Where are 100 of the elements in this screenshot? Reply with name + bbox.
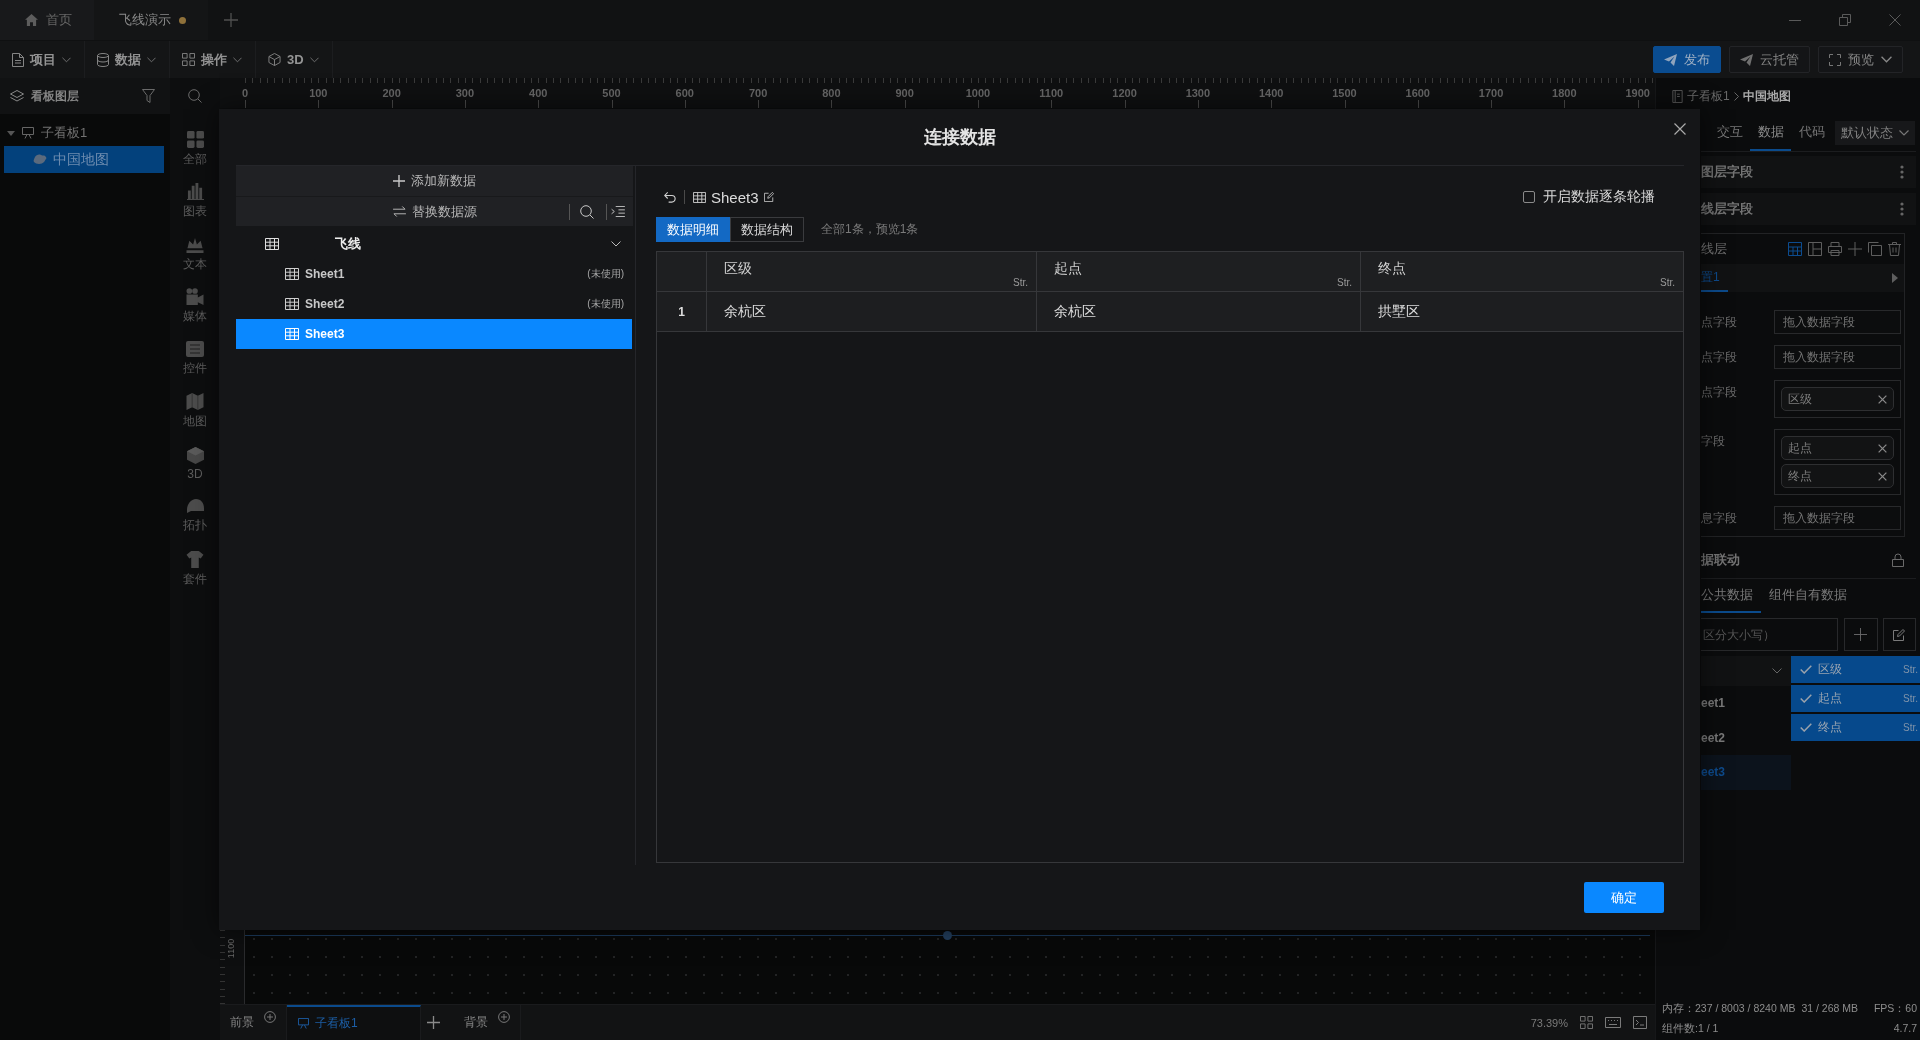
search-field[interactable]: 区分大小写） (1701, 618, 1838, 651)
layers-icon (10, 89, 24, 103)
resize-handle[interactable] (943, 931, 952, 940)
add-circle-icon[interactable] (264, 1011, 276, 1023)
field-tag[interactable]: 区级 (1781, 387, 1894, 411)
ruler-label: 200 (382, 87, 401, 100)
ruler-label: 600 (675, 87, 694, 100)
field-option[interactable]: 区级 Str. (1791, 656, 1920, 683)
minimize-icon[interactable] (1789, 19, 1801, 21)
caret-right-icon[interactable] (1892, 273, 1898, 283)
card-title: 线层 (1701, 240, 1727, 258)
field-tag[interactable]: 起点 (1781, 436, 1894, 460)
field-option[interactable]: 终点 Str. (1791, 714, 1920, 741)
layout-icon[interactable] (1808, 242, 1822, 256)
category-button[interactable]: 图表 (183, 175, 207, 228)
close-icon[interactable] (1674, 123, 1686, 135)
panel-tab[interactable]: 代码 (1791, 114, 1832, 151)
toolbar-button[interactable]: 预览 (1818, 46, 1903, 73)
layer-tab[interactable]: 背景 (453, 1005, 521, 1040)
category-button[interactable]: 3D (183, 438, 207, 491)
bar-chart-icon (186, 183, 204, 201)
category-button[interactable]: 控件 (183, 333, 207, 386)
category-button[interactable]: 套件 (183, 543, 207, 596)
board-icon (22, 127, 34, 139)
document-tab[interactable]: 首页 (0, 0, 94, 40)
kebab-icon[interactable] (1900, 202, 1904, 216)
close-icon[interactable] (1878, 471, 1887, 481)
section-title: 线层字段 (1701, 200, 1753, 218)
plus-icon[interactable] (426, 1016, 440, 1029)
search-icon[interactable] (580, 204, 594, 219)
printer-icon[interactable] (1828, 242, 1842, 256)
add-circle-icon[interactable] (497, 1011, 510, 1023)
lock-icon[interactable] (1892, 552, 1904, 567)
confirm-button[interactable]: 确定 (1584, 882, 1664, 913)
table-cell-text: 拱墅区 (1377, 301, 1421, 321)
ruler-label: 700 (748, 87, 768, 100)
toolbar-button[interactable]: 发布 (1653, 46, 1721, 73)
sheet-item[interactable]: eet1 (1701, 686, 1791, 721)
keyboard-icon[interactable] (1605, 1017, 1621, 1028)
edit-button[interactable] (1882, 618, 1916, 651)
edit-icon[interactable] (763, 192, 774, 202)
category-button[interactable]: 文本 (183, 228, 207, 281)
chevron-right-icon (1733, 91, 1739, 101)
close-icon[interactable] (1878, 394, 1887, 404)
sheet-item[interactable]: Sheet1 (未使用) (236, 259, 632, 289)
add-data-button[interactable]: 添加新数据 (236, 166, 633, 196)
checkbox[interactable] (1523, 191, 1535, 203)
category-button[interactable]: 地图 (183, 385, 207, 438)
breadcrumb-item[interactable]: 子看板1 (1687, 87, 1730, 105)
tree-item[interactable]: 中国地图 (4, 146, 164, 173)
panel-tab[interactable]: 数据 (1750, 114, 1791, 151)
grid-icon (186, 130, 204, 148)
layer-tab[interactable]: 子看板1 (287, 1005, 421, 1040)
category-button[interactable]: 媒体 (183, 280, 207, 333)
type-label: Str. (1903, 664, 1918, 675)
add-button[interactable] (1844, 618, 1878, 651)
panel-title: 看板图层 (31, 87, 79, 105)
grid-icon[interactable] (1580, 1016, 1593, 1029)
source-group[interactable]: 飞线 (236, 229, 633, 259)
list-icon[interactable] (611, 206, 625, 217)
table-icon[interactable] (1788, 242, 1802, 256)
plus-icon (393, 175, 405, 187)
restore-icon[interactable] (1839, 14, 1851, 26)
drop-field[interactable]: 拖入数据字段 (1774, 310, 1901, 334)
breadcrumb-item[interactable]: 中国地图 (1742, 87, 1791, 105)
sheet-item[interactable]: Sheet3 (236, 319, 632, 349)
drop-field[interactable]: 拖入数据字段 (1774, 345, 1901, 369)
copy-icon[interactable] (1868, 242, 1882, 256)
section-header[interactable]: 线层字段 (1701, 193, 1916, 225)
kebab-icon[interactable] (1900, 165, 1904, 179)
category-button[interactable]: 全部 (183, 123, 207, 176)
trash-icon[interactable] (1888, 242, 1901, 256)
terminal-icon[interactable] (1633, 1016, 1647, 1029)
view-tab[interactable]: 数据结构 (730, 217, 804, 242)
drop-field[interactable]: 起点 终点 (1774, 429, 1901, 495)
sheet-item[interactable]: Sheet2 (未使用) (236, 289, 632, 319)
drop-field[interactable]: 区级 (1774, 380, 1901, 418)
table-cell: 余杭区 (1037, 292, 1361, 331)
caret-down-icon[interactable] (7, 130, 15, 136)
database-icon (97, 52, 109, 67)
view-tab[interactable]: 数据明细 (656, 217, 730, 242)
checkbox-label[interactable]: 开启数据逐条轮播 (1543, 188, 1655, 206)
drop-field[interactable]: 拖入数据字段 (1774, 506, 1901, 530)
source-tab[interactable]: 组件自有数据 (1769, 579, 1855, 613)
state-dropdown[interactable]: 默认状态 (1835, 120, 1915, 145)
document-icon (1672, 89, 1683, 103)
toolbar-button[interactable]: 云托管 (1729, 46, 1810, 73)
filter-icon[interactable] (142, 89, 155, 103)
field-label: 点字段 (1701, 314, 1738, 331)
field-option[interactable]: 起点 Str. (1791, 685, 1920, 712)
sheet-item[interactable]: eet2 (1701, 720, 1791, 755)
category-button[interactable]: 拓扑 (183, 490, 207, 543)
close-icon[interactable] (1878, 443, 1887, 453)
back-icon[interactable] (664, 191, 676, 203)
field-tag[interactable]: 终点 (1781, 464, 1894, 488)
tree-item[interactable]: 子看板1 (0, 121, 170, 145)
type-label: Str. (1013, 278, 1028, 288)
panel-tab[interactable]: 交互 (1709, 114, 1750, 151)
ruler-label: 1600 (1405, 87, 1430, 100)
section-header[interactable]: 图层字段 (1701, 156, 1916, 188)
